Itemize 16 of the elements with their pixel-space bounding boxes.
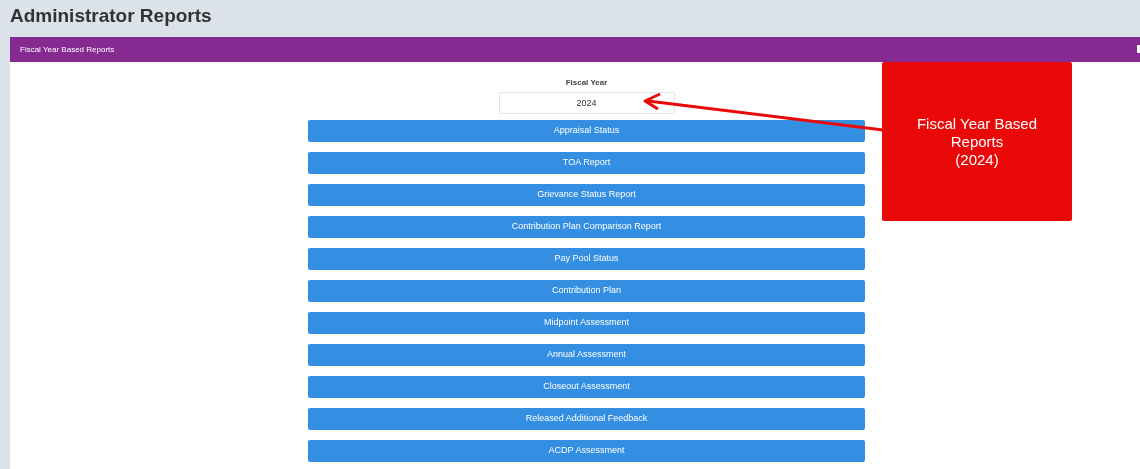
report-button[interactable]: Midpoint Assessment [308,312,865,334]
report-button[interactable]: TOA Report [308,152,865,174]
report-button[interactable]: Closeout Assessment [308,376,865,398]
report-button[interactable]: ACDP Assessment [308,440,865,462]
panel-title: Fiscal Year Based Reports [20,43,115,56]
fiscal-year-field[interactable]: 2024 [498,92,675,114]
report-button[interactable]: Pay Pool Status [308,248,865,270]
report-button[interactable]: Appraisal Status [308,120,865,142]
report-button[interactable]: Annual Assessment [308,344,865,366]
report-button[interactable]: Grievance Status Report [308,184,865,206]
report-button[interactable]: Contribution Plan Comparison Report [308,216,865,238]
report-button[interactable]: Contribution Plan [308,280,865,302]
page-title: Administrator Reports [10,4,212,28]
fiscal-year-label: Fiscal Year [565,78,608,88]
callout-text: Fiscal Year Based Reports (2024) [916,114,1038,169]
report-button[interactable]: Released Additional Feedback [308,408,865,430]
